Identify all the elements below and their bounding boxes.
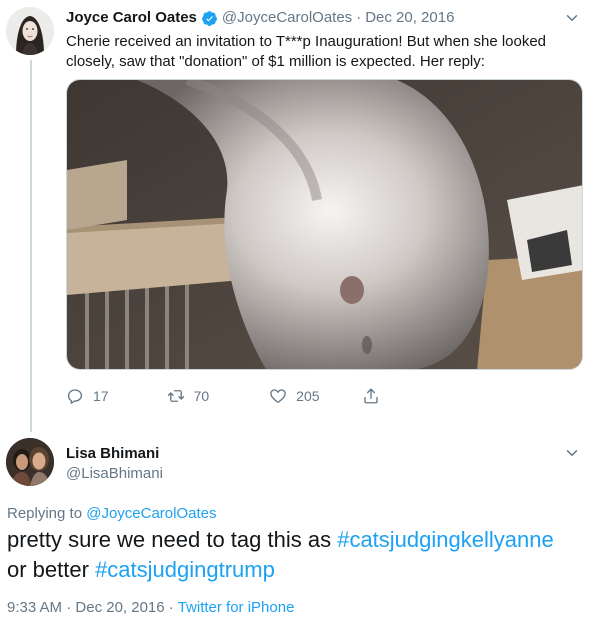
retweet-count: 70 bbox=[193, 388, 210, 404]
author-handle[interactable]: @JoyceCarolOates bbox=[222, 9, 352, 27]
hashtag-link[interactable]: #catsjudgingkellyanne bbox=[337, 527, 554, 552]
reply-date[interactable]: Dec 20, 2016 bbox=[75, 599, 164, 616]
author-name[interactable]: Joyce Carol Oates bbox=[66, 9, 197, 27]
like-button[interactable]: 205 bbox=[269, 387, 320, 405]
source-link[interactable]: Twitter for iPhone bbox=[178, 599, 295, 616]
reply-button[interactable]: 17 bbox=[66, 387, 109, 405]
meta-separator: · bbox=[66, 599, 72, 616]
share-icon bbox=[363, 388, 378, 404]
tweet-header: Joyce Carol Oates @JoyceCarolOates · Dec… bbox=[66, 9, 454, 27]
tweet-actions: 17 70 205 bbox=[66, 386, 380, 406]
reply-text: pretty sure we need to tag this as #cats… bbox=[7, 525, 587, 585]
share-button[interactable] bbox=[362, 387, 380, 405]
tweet-date[interactable]: Dec 20, 2016 bbox=[365, 9, 454, 27]
replying-prefix: Replying to bbox=[7, 505, 83, 522]
reply-count: 17 bbox=[93, 388, 109, 404]
reply-text-part2: or better bbox=[7, 557, 89, 582]
like-count: 205 bbox=[296, 388, 320, 404]
reply-text-part1: pretty sure we need to tag this as bbox=[7, 527, 332, 552]
tweet-media-photo[interactable] bbox=[66, 79, 583, 370]
hashtag-link[interactable]: #catsjudgingtrump bbox=[95, 557, 275, 582]
reply-meta: 9:33 AM · Dec 20, 2016 · Twitter for iPh… bbox=[7, 599, 294, 616]
reply-chevron-down-icon[interactable] bbox=[563, 444, 581, 462]
reply-author-handle[interactable]: @LisaBhimani bbox=[66, 465, 163, 482]
retweet-button[interactable]: 70 bbox=[167, 387, 210, 405]
reply-author-name[interactable]: Lisa Bhimani bbox=[66, 445, 159, 462]
reply-icon bbox=[67, 389, 83, 404]
header-separator: · bbox=[356, 9, 362, 26]
heart-icon bbox=[270, 389, 286, 404]
reply-time[interactable]: 9:33 AM bbox=[7, 599, 62, 616]
verified-badge-icon bbox=[201, 10, 218, 27]
meta-separator: · bbox=[168, 599, 174, 616]
retweet-icon bbox=[167, 390, 184, 402]
chevron-down-icon[interactable] bbox=[563, 9, 581, 27]
tweet-text: Cherie received an invitation to T***p I… bbox=[66, 33, 547, 70]
replying-to-line: Replying to @JoyceCarolOates bbox=[7, 505, 217, 522]
avatar-lisa[interactable] bbox=[6, 438, 54, 486]
cat-photo-icon bbox=[67, 80, 582, 369]
avatar-joyce[interactable] bbox=[6, 7, 54, 55]
replying-to-link[interactable]: @JoyceCarolOates bbox=[86, 505, 216, 522]
thread-connector-line bbox=[30, 60, 32, 432]
